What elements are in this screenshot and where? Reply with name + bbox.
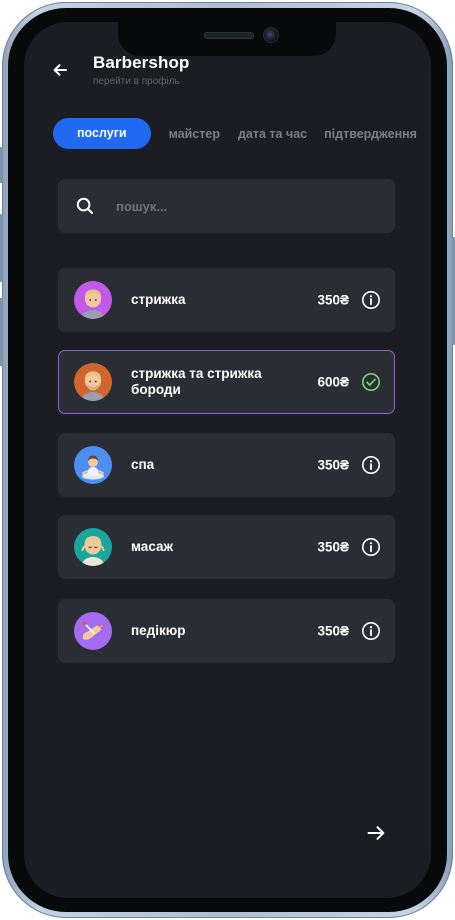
profile-link[interactable]: перейти в профіль	[93, 76, 180, 87]
avatar	[74, 281, 112, 319]
tab-date-time[interactable]: дата та час	[238, 127, 307, 141]
notch	[118, 22, 336, 56]
service-name: стрижка	[131, 292, 186, 307]
avatar	[74, 612, 112, 650]
silent-switch	[0, 147, 3, 183]
avatar	[74, 528, 112, 566]
service-item-pedicure[interactable]: педікюр 350₴	[58, 599, 395, 663]
service-item-massage[interactable]: масаж 350₴	[58, 515, 395, 579]
avatar	[74, 446, 112, 484]
front-camera	[263, 27, 279, 43]
service-price: 350₴	[317, 292, 349, 308]
info-icon[interactable]	[361, 621, 381, 641]
arrow-left-icon[interactable]	[52, 62, 68, 78]
avatar	[74, 363, 112, 401]
volume-up-button	[0, 214, 3, 282]
step-tabs: послуги майстер дата та час підтвердженн…	[53, 118, 417, 149]
service-price: 350₴	[317, 539, 349, 555]
tab-confirmation[interactable]: підтвердження	[324, 127, 417, 141]
service-name: стрижка та стрижка бороди	[131, 366, 262, 397]
service-price: 600₴	[317, 374, 349, 390]
service-name: масаж	[131, 539, 174, 554]
service-item-haircut[interactable]: стрижка 350₴	[58, 268, 395, 332]
arrow-right-icon[interactable]	[366, 823, 386, 843]
tab-master[interactable]: майстер	[169, 127, 220, 141]
service-name: спа	[131, 457, 155, 472]
service-item-spa[interactable]: спа 350₴	[58, 433, 395, 497]
tab-services[interactable]: послуги	[53, 118, 151, 149]
info-icon[interactable]	[361, 290, 381, 310]
speaker-grille	[204, 32, 254, 39]
info-icon[interactable]	[361, 537, 381, 557]
service-price: 350₴	[317, 457, 349, 473]
search-box[interactable]	[58, 179, 395, 233]
service-name: педікюр	[131, 623, 186, 638]
check-circle-icon[interactable]	[361, 372, 381, 392]
service-price: 350₴	[317, 623, 349, 639]
search-input[interactable]	[116, 192, 366, 220]
volume-down-button	[0, 298, 3, 366]
info-icon[interactable]	[361, 455, 381, 475]
page-title: Barbershop	[93, 53, 190, 72]
service-item-haircut-beard[interactable]: стрижка та стрижка бороди 600₴	[58, 350, 395, 414]
search-icon	[76, 197, 93, 214]
